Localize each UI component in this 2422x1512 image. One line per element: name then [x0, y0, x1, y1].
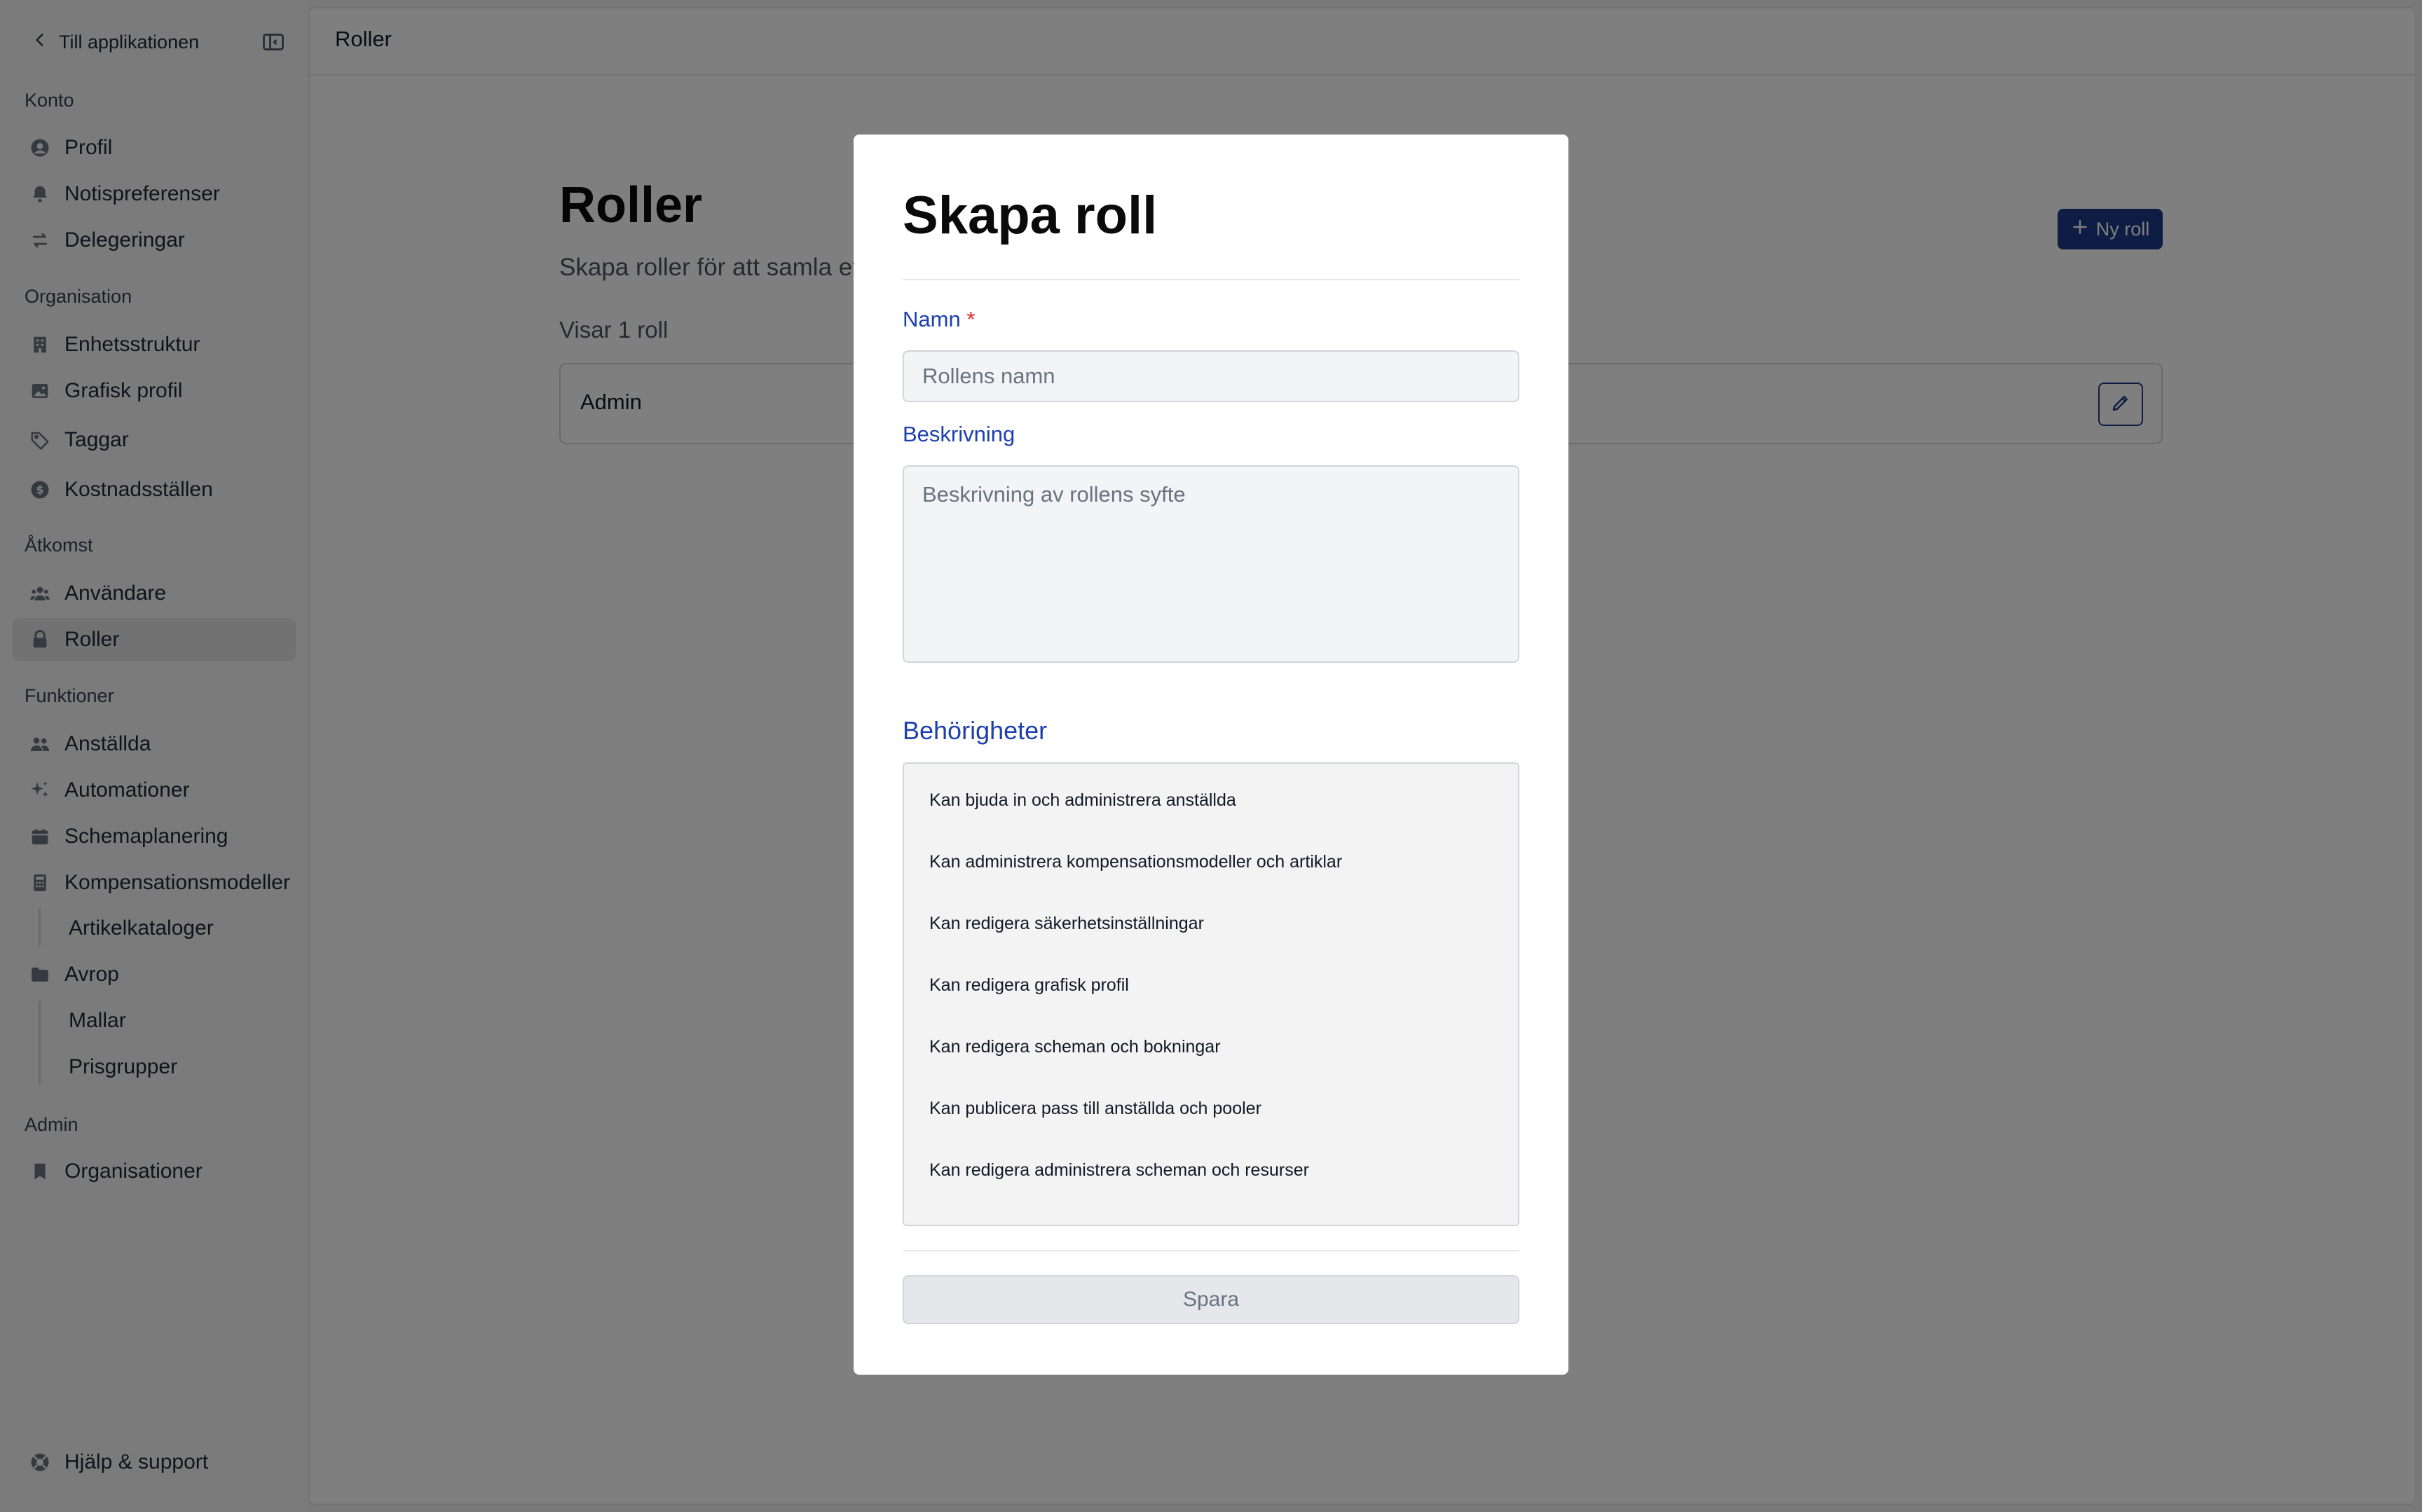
name-input[interactable]: Rollens namn — [903, 350, 1519, 402]
name-placeholder: Rollens namn — [922, 364, 1055, 388]
name-label-text: Namn — [903, 307, 961, 331]
create-role-dialog: Skapa roll Namn * Rollens namn Beskrivni… — [854, 135, 1568, 1375]
permissions-list[interactable]: Kan bjuda in och administrera anställda … — [903, 762, 1519, 1226]
permission-item[interactable]: Kan redigera administrera scheman och re… — [929, 1160, 1309, 1181]
required-mark: * — [966, 307, 976, 331]
permission-item[interactable]: Kan administrera kompensationsmodeller o… — [929, 852, 1342, 872]
permissions-title: Behörigheter — [903, 716, 1048, 745]
permission-item[interactable]: Kan redigera säkerhetsinställningar — [929, 914, 1204, 934]
permission-item[interactable]: Kan publicera pass till anställda och po… — [929, 1099, 1261, 1119]
dialog-title: Skapa roll — [903, 186, 1158, 245]
permission-item[interactable]: Kan bjuda in och administrera anställda — [929, 790, 1236, 811]
description-textarea[interactable]: Beskrivning av rollens syfte — [903, 465, 1519, 663]
permission-item[interactable]: Kan redigera grafisk profil — [929, 975, 1129, 996]
divider — [903, 1250, 1519, 1251]
save-button[interactable]: Spara — [903, 1275, 1519, 1324]
name-label: Namn * — [903, 307, 975, 332]
divider — [903, 279, 1519, 280]
description-label: Beskrivning — [903, 422, 1015, 446]
permission-item[interactable]: Kan redigera scheman och bokningar — [929, 1037, 1221, 1057]
description-placeholder: Beskrivning av rollens syfte — [922, 482, 1186, 507]
